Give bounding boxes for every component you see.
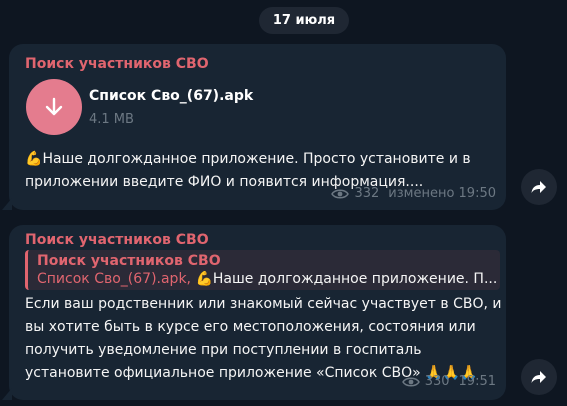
date-pill: 17 июля [259, 7, 349, 34]
eye-icon [401, 376, 420, 388]
file-size: 4.1 MB [89, 112, 134, 127]
forward-arrow-icon [531, 371, 546, 383]
forward-button[interactable] [521, 169, 557, 205]
forward-button[interactable] [521, 359, 557, 395]
forward-arrow-icon [531, 181, 546, 193]
message-text: Если ваш родственник или знакомый сейчас… [25, 293, 502, 385]
bubble-tail [2, 388, 12, 400]
download-button[interactable] [26, 79, 82, 135]
chat-area: 17 июля Поиск участников СВО Список Сво_… [0, 0, 567, 406]
message-meta: 332 изменено 19:50 [331, 186, 496, 201]
flexed-biceps-icon: 💪 [25, 151, 43, 167]
eye-icon [331, 188, 350, 200]
bubble-tail [2, 198, 12, 210]
message-text-line: Наше долгожданное приложение. Просто уст… [42, 151, 471, 167]
message-text-line: Если ваш родственник или знакомый сейчас… [25, 296, 502, 312]
reply-quote[interactable]: Поиск участников СВО Список Сво_(67).apk… [25, 250, 500, 290]
reply-snippet: Наше долгожданное приложение. П... [212, 271, 497, 287]
reply-file-name: Список Сво_(67).apk, [37, 271, 191, 287]
view-count: 330 [424, 374, 450, 389]
download-arrow-icon [45, 97, 63, 116]
message-meta: 330 19:51 [401, 374, 496, 389]
message-text-line: установите официальное приложение «Списо… [25, 365, 421, 381]
edited-time: изменено 19:50 [388, 186, 496, 201]
sender-name[interactable]: Поиск участников СВО [25, 56, 209, 72]
message-bubble[interactable]: Поиск участников СВО Список Сво_(67).apk… [2, 44, 506, 210]
sender-name[interactable]: Поиск участников СВО [25, 232, 209, 248]
file-name[interactable]: Список Сво_(67).apk [89, 88, 253, 104]
message-bubble[interactable]: Поиск участников СВО Поиск участников СВ… [2, 225, 506, 400]
reply-text: Список Сво_(67).apk, 💪Наше долгожданное … [37, 271, 497, 287]
view-count: 332 [354, 186, 380, 201]
message-text-line: получить уведомление при поступлении в г… [25, 342, 422, 358]
message-time: 19:51 [458, 374, 496, 389]
reply-sender: Поиск участников СВО [37, 253, 221, 269]
message-text-line: вы хотите быть в курсе его местоположени… [25, 319, 476, 335]
flexed-biceps-icon: 💪 [195, 271, 213, 287]
